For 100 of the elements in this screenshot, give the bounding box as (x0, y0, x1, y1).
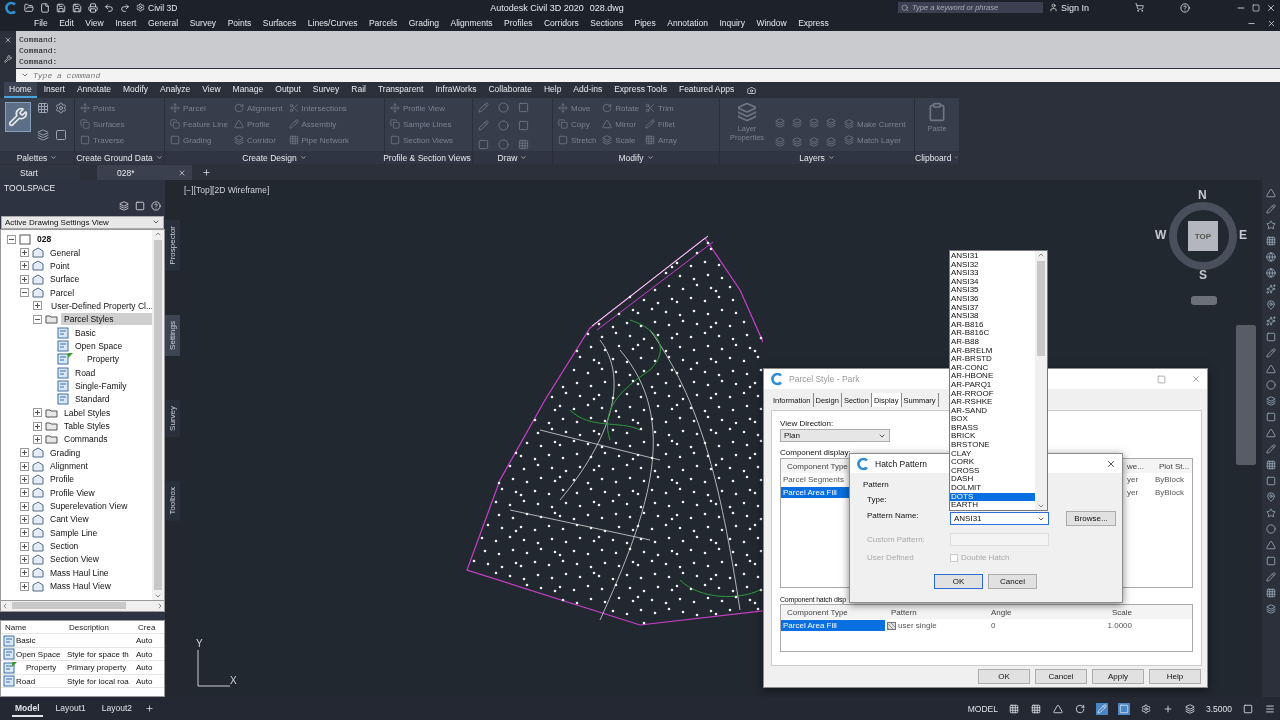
layout-tab[interactable]: Layout2 (98, 700, 136, 717)
view-dropdown[interactable]: Active Drawing Settings View (1, 215, 164, 229)
column-header[interactable]: Plot St... (1153, 461, 1192, 471)
expand-toggle[interactable] (20, 448, 29, 458)
gear-icon[interactable] (55, 102, 67, 114)
tree-item[interactable]: Parcel Styles (61, 313, 152, 326)
expand-toggle[interactable] (33, 434, 42, 444)
tree-item[interactable]: Parcel (47, 286, 78, 299)
table-cell[interactable]: ByBlock (1153, 487, 1186, 498)
help-icon[interactable] (151, 200, 161, 211)
document-tab[interactable]: 028* (97, 165, 192, 180)
pin-icon[interactable] (1266, 492, 1276, 502)
ribbon-tab[interactable]: Modify (118, 82, 154, 98)
list-option[interactable]: DOLMIT (950, 484, 1035, 493)
close-icon[interactable] (1267, 18, 1276, 28)
table-cell[interactable]: 0 (989, 620, 998, 631)
menu-item[interactable]: Parcels (368, 18, 398, 28)
scrollbar-thumb[interactable] (154, 239, 162, 590)
list-option[interactable]: AR-HBONE (950, 372, 1035, 381)
list-option[interactable]: BRSTONE (950, 441, 1035, 450)
dialog-button[interactable]: Apply (1092, 669, 1144, 684)
table-cell[interactable]: Parcel Segments (781, 474, 846, 485)
list-option[interactable]: DOTS (950, 492, 1035, 502)
list-option[interactable]: AR-BRELM (950, 346, 1035, 356)
triangle-icon[interactable] (1266, 188, 1276, 198)
folder-icon[interactable] (24, 2, 34, 13)
tree-item[interactable]: Surface (47, 273, 83, 286)
menu-item[interactable]: Alignments (450, 18, 493, 28)
panel-title[interactable]: Modify (553, 151, 719, 164)
layers-button[interactable] (1184, 702, 1196, 715)
table-cell[interactable]: yer (1125, 487, 1141, 498)
ribbon-tab[interactable]: Annotate (71, 82, 116, 98)
tree-item[interactable]: Section (47, 540, 82, 553)
add-tab-icon[interactable] (202, 168, 211, 177)
layout-tab[interactable]: Layout1 (52, 700, 89, 717)
ribbon-tab[interactable]: Help (538, 82, 567, 98)
tree-item[interactable]: Sample Line (47, 526, 101, 539)
list-option[interactable]: BOX (950, 415, 1035, 424)
list-option[interactable]: AR-PARQ1 (950, 380, 1035, 390)
list-option[interactable]: AR-B816C (950, 329, 1035, 338)
expand-toggle[interactable] (33, 314, 42, 324)
list-option[interactable]: AR-RROOF (950, 389, 1035, 399)
globe-icon[interactable] (1266, 252, 1276, 262)
expand-toggle[interactable] (20, 248, 29, 258)
tree-item[interactable]: Mass Haul Line (47, 566, 112, 579)
grid-toggle[interactable] (1008, 702, 1020, 715)
side-tab[interactable]: Settings (165, 314, 180, 356)
ribbon-tab[interactable]: Home (4, 82, 37, 98)
tree-item[interactable]: Section View (47, 553, 102, 566)
sparkle-icon[interactable] (1266, 284, 1276, 294)
tree-item[interactable]: Superelevation View (47, 500, 131, 513)
list-option[interactable]: AR-B816 (950, 320, 1035, 330)
ribbon-tab[interactable]: Add-ins (568, 82, 608, 98)
tree-item[interactable]: Cant View (47, 513, 92, 526)
ribbon-tab[interactable]: Output (270, 82, 306, 98)
dialog-button[interactable]: OK (934, 574, 983, 589)
help-icon[interactable] (1180, 2, 1190, 13)
ribbon-tab[interactable]: InfraWorks (430, 82, 482, 98)
table-cell[interactable]: ByBlock (1153, 474, 1186, 485)
save-icon[interactable] (72, 2, 82, 13)
expand-toggle[interactable] (33, 408, 42, 418)
dialog-button[interactable]: Cancel (988, 574, 1037, 589)
ortho-toggle[interactable] (1052, 702, 1064, 715)
tree-item[interactable]: Property (84, 353, 123, 366)
tree-item[interactable]: 028 (34, 233, 55, 246)
panel-title[interactable]: Layers (720, 151, 914, 164)
menu-item[interactable]: Window (756, 18, 787, 28)
layers-icon[interactable] (119, 200, 129, 211)
expand-toggle[interactable] (20, 528, 29, 538)
star-icon[interactable] (1266, 508, 1276, 518)
menu-item[interactable]: Express (798, 18, 829, 28)
tree-item[interactable]: User-Defined Property Cl... (48, 299, 152, 312)
dialog-button[interactable]: OK (978, 669, 1030, 684)
menu-item[interactable]: Surfaces (262, 18, 297, 28)
wrench-icon[interactable] (4, 54, 12, 63)
menu-item[interactable]: General (147, 18, 179, 28)
tree-item[interactable]: General (47, 246, 84, 259)
grid-icon[interactable] (37, 102, 49, 114)
column-header[interactable]: Scale (1106, 607, 1192, 617)
tree-item[interactable]: Grading (47, 446, 84, 459)
tree-item[interactable]: Table Styles (61, 420, 113, 432)
panel-title[interactable]: Palettes (0, 151, 74, 164)
menu-item[interactable]: File (34, 18, 48, 28)
column-header[interactable]: Component Type (781, 607, 885, 617)
list-option[interactable]: ANSI33 (950, 269, 1035, 278)
menu-item[interactable]: Edit (59, 18, 74, 28)
customize-button[interactable] (1264, 702, 1276, 715)
list-option[interactable]: ANSI35 (950, 286, 1035, 295)
expand-toggle[interactable] (20, 514, 29, 524)
add-layout-icon[interactable] (145, 704, 155, 713)
expand-toggle[interactable] (20, 461, 29, 471)
expand-toggle[interactable] (20, 288, 29, 298)
expand-toggle[interactable] (20, 554, 29, 564)
menu-item[interactable]: Insert (115, 18, 137, 28)
ribbon-tab[interactable]: Transparent (372, 82, 429, 98)
dialog-button[interactable]: Cancel (1035, 669, 1087, 684)
close-icon[interactable] (4, 36, 12, 45)
panel-title[interactable]: Create Design (165, 151, 384, 164)
scroll-right-icon[interactable] (156, 601, 164, 610)
viewport-label[interactable]: [−][Top][2D Wireframe] (184, 185, 270, 195)
